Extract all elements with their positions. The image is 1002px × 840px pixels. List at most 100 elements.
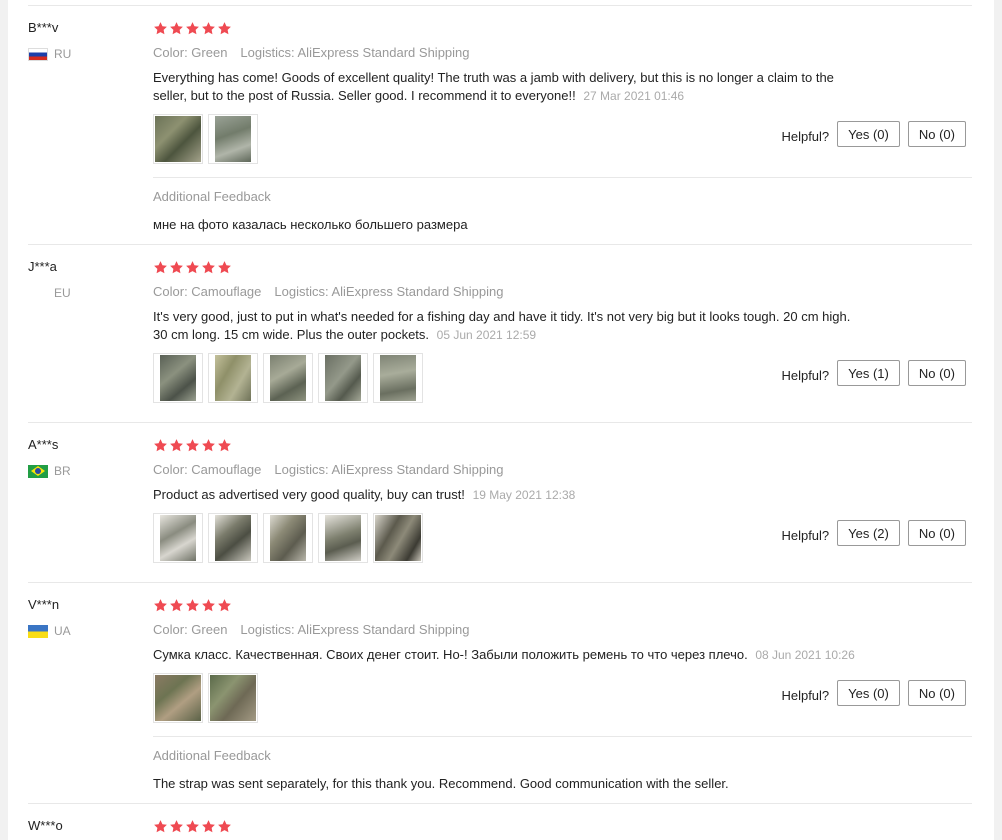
review-body: Product as advertised very good quality,…: [153, 487, 465, 502]
rating-stars: [153, 438, 232, 453]
no-vote-button[interactable]: No (0): [907, 520, 966, 546]
star-icon: [185, 438, 200, 453]
star-icon: [201, 21, 216, 36]
review-photo[interactable]: [153, 353, 203, 403]
logistics-info: Logistics: AliExpress Standard Shipping: [240, 622, 470, 637]
logistics-info: Logistics: AliExpress Standard Shipping: [240, 45, 470, 60]
rating-stars: [153, 598, 232, 613]
no-vote-button[interactable]: No (0): [907, 680, 966, 706]
review-photo[interactable]: [208, 513, 258, 563]
star-icon: [185, 21, 200, 36]
country-code: RU: [54, 47, 72, 61]
rating-stars: [153, 819, 232, 834]
rating-stars: [153, 260, 232, 275]
additional-feedback-text: мне на фото казалась несколько большего …: [153, 217, 468, 232]
review-text: It's very good, just to put in what's ne…: [153, 308, 863, 344]
review-text: Product as advertised very good quality,…: [153, 486, 863, 504]
reviewer-name: V***n: [28, 597, 60, 612]
reviewer-country: UA: [28, 624, 71, 638]
star-icon: [217, 21, 232, 36]
country-code: BR: [54, 464, 71, 478]
review-body: Сумка класс. Качественная. Своих денег с…: [153, 647, 748, 662]
helpful-votes: Helpful? Yes (1) No (0): [781, 360, 966, 386]
review-photos: [153, 353, 423, 403]
review-date: 08 Jun 2021 10:26: [755, 648, 855, 662]
additional-feedback-label: Additional Feedback: [153, 748, 271, 763]
star-icon: [185, 819, 200, 834]
reviewer-name: J***a: [28, 259, 57, 274]
page-edge-left: [0, 0, 8, 840]
yes-vote-button[interactable]: Yes (2): [837, 520, 900, 546]
review-photo[interactable]: [263, 513, 313, 563]
no-vote-button[interactable]: No (0): [907, 360, 966, 386]
review-photo[interactable]: [373, 513, 423, 563]
star-icon: [201, 438, 216, 453]
review-date: 19 May 2021 12:38: [472, 488, 576, 502]
review-photo[interactable]: [153, 114, 203, 164]
logistics-info: Logistics: AliExpress Standard Shipping: [274, 462, 504, 477]
star-icon: [153, 21, 168, 36]
review-photo[interactable]: [153, 513, 203, 563]
review-photo[interactable]: [208, 353, 258, 403]
reviewer-country: EU: [28, 286, 71, 300]
review-photo[interactable]: [153, 673, 203, 723]
review-text: Сумка класс. Качественная. Своих денег с…: [153, 646, 863, 664]
star-icon: [153, 438, 168, 453]
star-icon: [201, 598, 216, 613]
review-photo[interactable]: [318, 353, 368, 403]
review-photos: [153, 114, 258, 164]
brazil-flag-icon: [28, 464, 48, 478]
russia-flag-icon: [28, 47, 48, 61]
yes-vote-button[interactable]: Yes (1): [837, 360, 900, 386]
logistics-info: Logistics: AliExpress Standard Shipping: [274, 284, 504, 299]
reviewer-name: A***s: [28, 437, 59, 452]
review-body: Everything has come! Goods of excellent …: [153, 70, 834, 103]
star-icon: [201, 819, 216, 834]
additional-feedback-label: Additional Feedback: [153, 189, 271, 204]
reviewer-country: RU: [28, 47, 71, 61]
review-divider: [28, 422, 972, 423]
no-vote-button[interactable]: No (0): [907, 121, 966, 147]
review-photo[interactable]: [373, 353, 423, 403]
additional-feedback-divider: [153, 177, 972, 178]
ukraine-flag-icon: [28, 624, 48, 638]
review-meta: Color: Camouflage Logistics: AliExpress …: [153, 284, 503, 299]
eu-flag-icon: [28, 287, 48, 300]
country-code: UA: [54, 624, 71, 638]
review-meta: Color: Green Logistics: AliExpress Stand…: [153, 45, 470, 60]
star-icon: [169, 819, 184, 834]
top-divider: [28, 5, 972, 6]
star-icon: [217, 598, 232, 613]
review-photo[interactable]: [208, 673, 258, 723]
helpful-votes: Helpful? Yes (0) No (0): [781, 121, 966, 147]
helpful-label: Helpful?: [781, 527, 830, 543]
reviewer-name: B***v: [28, 20, 59, 35]
star-icon: [185, 260, 200, 275]
star-icon: [153, 260, 168, 275]
country-code: EU: [54, 286, 71, 300]
star-icon: [153, 819, 168, 834]
star-icon: [217, 260, 232, 275]
additional-feedback-text: The strap was sent separately, for this …: [153, 776, 729, 791]
review-photo[interactable]: [208, 114, 258, 164]
reviewer-country: BR: [28, 464, 71, 478]
helpful-label: Helpful?: [781, 687, 830, 703]
review-photo[interactable]: [318, 513, 368, 563]
star-icon: [153, 598, 168, 613]
review-divider: [28, 803, 972, 804]
review-date: 27 Mar 2021 01:46: [583, 89, 685, 103]
review-meta: Color: Green Logistics: AliExpress Stand…: [153, 622, 470, 637]
review-photo[interactable]: [263, 353, 313, 403]
star-icon: [169, 598, 184, 613]
yes-vote-button[interactable]: Yes (0): [837, 680, 900, 706]
star-icon: [169, 260, 184, 275]
review-meta: Color: Camouflage Logistics: AliExpress …: [153, 462, 503, 477]
star-icon: [217, 819, 232, 834]
review-date: 05 Jun 2021 12:59: [436, 328, 537, 342]
yes-vote-button[interactable]: Yes (0): [837, 121, 900, 147]
rating-stars: [153, 21, 232, 36]
helpful-votes: Helpful? Yes (0) No (0): [781, 680, 966, 706]
review-photos: [153, 513, 423, 563]
star-icon: [201, 260, 216, 275]
helpful-label: Helpful?: [781, 128, 830, 144]
